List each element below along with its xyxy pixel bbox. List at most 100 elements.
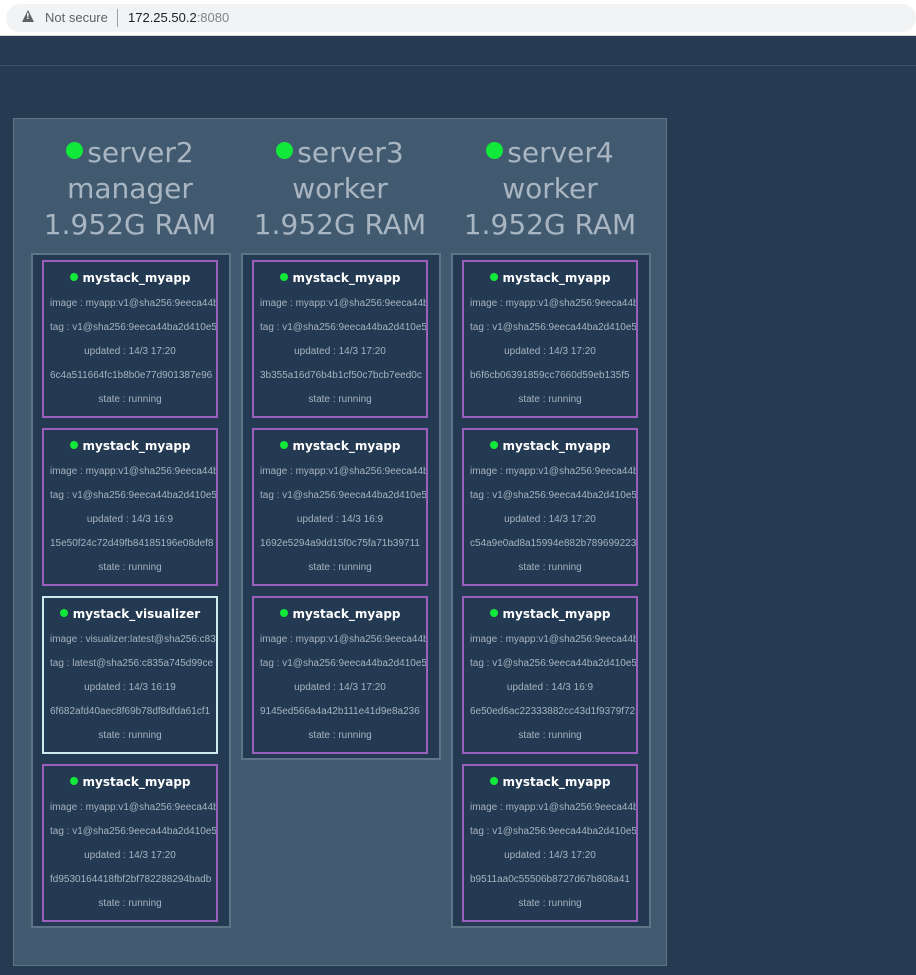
task-id: b9511aa0c55506b8727d67b808a41 <box>470 874 630 885</box>
task-card[interactable]: mystack_myapp image : myapp:v1@sha256:9e… <box>252 596 428 754</box>
task-image: image : myapp:v1@sha256:9eeca44b <box>260 466 426 477</box>
node-role: manager <box>67 172 193 205</box>
task-state: state : running <box>518 562 582 573</box>
cluster-panel: server2 manager 1.952G RAM server3 worke… <box>13 118 667 966</box>
task-title: mystack_myapp <box>254 439 426 453</box>
status-dot-icon <box>279 609 288 617</box>
task-name: mystack_myapp <box>82 439 191 453</box>
task-name: mystack_myapp <box>502 607 611 621</box>
task-title: mystack_myapp <box>464 775 636 789</box>
status-dot-icon <box>486 142 504 159</box>
task-id: 1692e5294a9dd15f0c75fa71b39711 <box>260 538 420 549</box>
task-id: 9145ed566a4a42b111e41d9e8a236 <box>260 706 420 717</box>
task-id: c54a9e0ad8a15994e882b789699223 <box>470 538 636 549</box>
status-dot-icon <box>489 441 498 449</box>
task-title: mystack_myapp <box>464 271 636 285</box>
task-title: mystack_visualizer <box>44 607 216 621</box>
task-tag: tag : v1@sha256:9eeca44ba2d410e5 <box>260 658 426 669</box>
task-id: fd9530164418fbf2bf782288294badb <box>50 874 212 885</box>
task-updated: updated : 14/3 17:20 <box>294 346 386 357</box>
task-title: mystack_myapp <box>254 271 426 285</box>
task-name: mystack_myapp <box>292 439 401 453</box>
security-label[interactable]: Not secure <box>45 10 108 25</box>
task-state: state : running <box>308 394 372 405</box>
task-name: mystack_myapp <box>502 439 611 453</box>
task-image: image : myapp:v1@sha256:9eeca44b <box>50 802 216 813</box>
task-updated: updated : 14/3 17:20 <box>504 514 596 525</box>
task-state: state : running <box>518 898 582 909</box>
task-image: image : myapp:v1@sha256:9eeca44b <box>470 802 636 813</box>
task-state: state : running <box>308 562 372 573</box>
task-state: state : running <box>98 898 162 909</box>
task-name: mystack_myapp <box>502 775 611 789</box>
task-updated: updated : 14/3 17:20 <box>84 850 176 861</box>
task-tag: tag : latest@sha256:c835a745d99ce <box>50 658 214 669</box>
task-name: mystack_myapp <box>502 271 611 285</box>
task-card[interactable]: mystack_myapp image : myapp:v1@sha256:9e… <box>42 428 218 586</box>
url-text[interactable]: 172.25.50.2:8080 <box>128 10 229 25</box>
task-image: image : myapp:v1@sha256:9eeca44b <box>50 466 216 477</box>
task-tag: tag : v1@sha256:9eeca44ba2d410e5 <box>470 658 636 669</box>
task-title: mystack_myapp <box>44 271 216 285</box>
task-tag: tag : v1@sha256:9eeca44ba2d410e5 <box>470 826 636 837</box>
task-id: b6f6cb06391859cc7660d59eb135f5 <box>470 370 630 381</box>
node-name: server2 <box>87 136 194 169</box>
task-title: mystack_myapp <box>44 775 216 789</box>
task-id: 6f682afd40aec8f69b78df8dfda61cf1 <box>50 706 211 717</box>
task-card[interactable]: mystack_myapp image : myapp:v1@sha256:9e… <box>462 764 638 922</box>
status-dot-icon <box>66 142 84 159</box>
task-title: mystack_myapp <box>254 607 426 621</box>
task-state: state : running <box>98 562 162 573</box>
task-tag: tag : v1@sha256:9eeca44ba2d410e5 <box>260 322 426 333</box>
task-card[interactable]: mystack_myapp image : myapp:v1@sha256:9e… <box>42 764 218 922</box>
node-header-server4: server4 worker 1.952G RAM <box>450 135 650 243</box>
task-state: state : running <box>98 730 162 741</box>
url-host: 172.25.50.2 <box>128 10 197 25</box>
task-updated: updated : 14/3 17:20 <box>84 346 176 357</box>
task-tag: tag : v1@sha256:9eeca44ba2d410e5 <box>50 490 216 501</box>
task-id: 3b355a16d76b4b1cf50c7bcb7eed0c <box>260 370 422 381</box>
status-dot-icon <box>69 777 78 785</box>
task-image: image : myapp:v1@sha256:9eeca44b <box>470 466 636 477</box>
task-tag: tag : v1@sha256:9eeca44ba2d410e5 <box>470 490 636 501</box>
node-name: server4 <box>507 136 614 169</box>
task-state: state : running <box>98 394 162 405</box>
node-role: worker <box>292 172 388 205</box>
task-tag: tag : v1@sha256:9eeca44ba2d410e5 <box>470 322 636 333</box>
node-name-row: server2 <box>30 135 230 171</box>
task-image: image : myapp:v1@sha256:9eeca44b <box>260 298 426 309</box>
task-id: 6e50ed6ac22333882cc43d1f9379f72 <box>470 706 636 717</box>
task-updated: updated : 14/3 16:9 <box>86 514 174 525</box>
warning-icon[interactable] <box>22 10 34 22</box>
task-title: mystack_myapp <box>464 439 636 453</box>
node-header-server3: server3 worker 1.952G RAM <box>240 135 440 243</box>
omnibox-divider <box>117 9 118 27</box>
task-name: mystack_myapp <box>292 607 401 621</box>
task-card-visualizer[interactable]: mystack_visualizer image : visualizer:la… <box>42 596 218 754</box>
status-dot-icon <box>279 273 288 281</box>
task-image: image : myapp:v1@sha256:9eeca44b <box>50 298 216 309</box>
task-card[interactable]: mystack_myapp image : myapp:v1@sha256:9e… <box>462 596 638 754</box>
task-card[interactable]: mystack_myapp image : myapp:v1@sha256:9e… <box>42 260 218 418</box>
task-card[interactable]: mystack_myapp image : myapp:v1@sha256:9e… <box>252 428 428 586</box>
task-image: image : visualizer:latest@sha256:c83 <box>50 634 216 645</box>
node-name: server3 <box>297 136 404 169</box>
task-card[interactable]: mystack_myapp image : myapp:v1@sha256:9e… <box>462 260 638 418</box>
task-id: 6c4a511664fc1b8b0e77d901387e96 <box>50 370 213 381</box>
browser-address-bar: Not secure 172.25.50.2:8080 <box>0 0 916 36</box>
status-dot-icon <box>489 777 498 785</box>
status-dot-icon <box>279 441 288 449</box>
task-card[interactable]: mystack_myapp image : myapp:v1@sha256:9e… <box>462 428 638 586</box>
task-updated: updated : 14/3 16:19 <box>84 682 176 693</box>
task-tag: tag : v1@sha256:9eeca44ba2d410e5 <box>50 322 216 333</box>
task-name: mystack_myapp <box>292 271 401 285</box>
task-name: mystack_myapp <box>82 271 191 285</box>
task-id: 15e50f24c72d49fb84185196e08def8 <box>50 538 214 549</box>
status-dot-icon <box>69 273 78 281</box>
task-updated: updated : 14/3 17:20 <box>504 850 596 861</box>
task-title: mystack_myapp <box>464 607 636 621</box>
status-dot-icon <box>69 441 78 449</box>
task-card[interactable]: mystack_myapp image : myapp:v1@sha256:9e… <box>252 260 428 418</box>
task-updated: updated : 14/3 16:9 <box>506 682 594 693</box>
node-role: worker <box>502 172 598 205</box>
